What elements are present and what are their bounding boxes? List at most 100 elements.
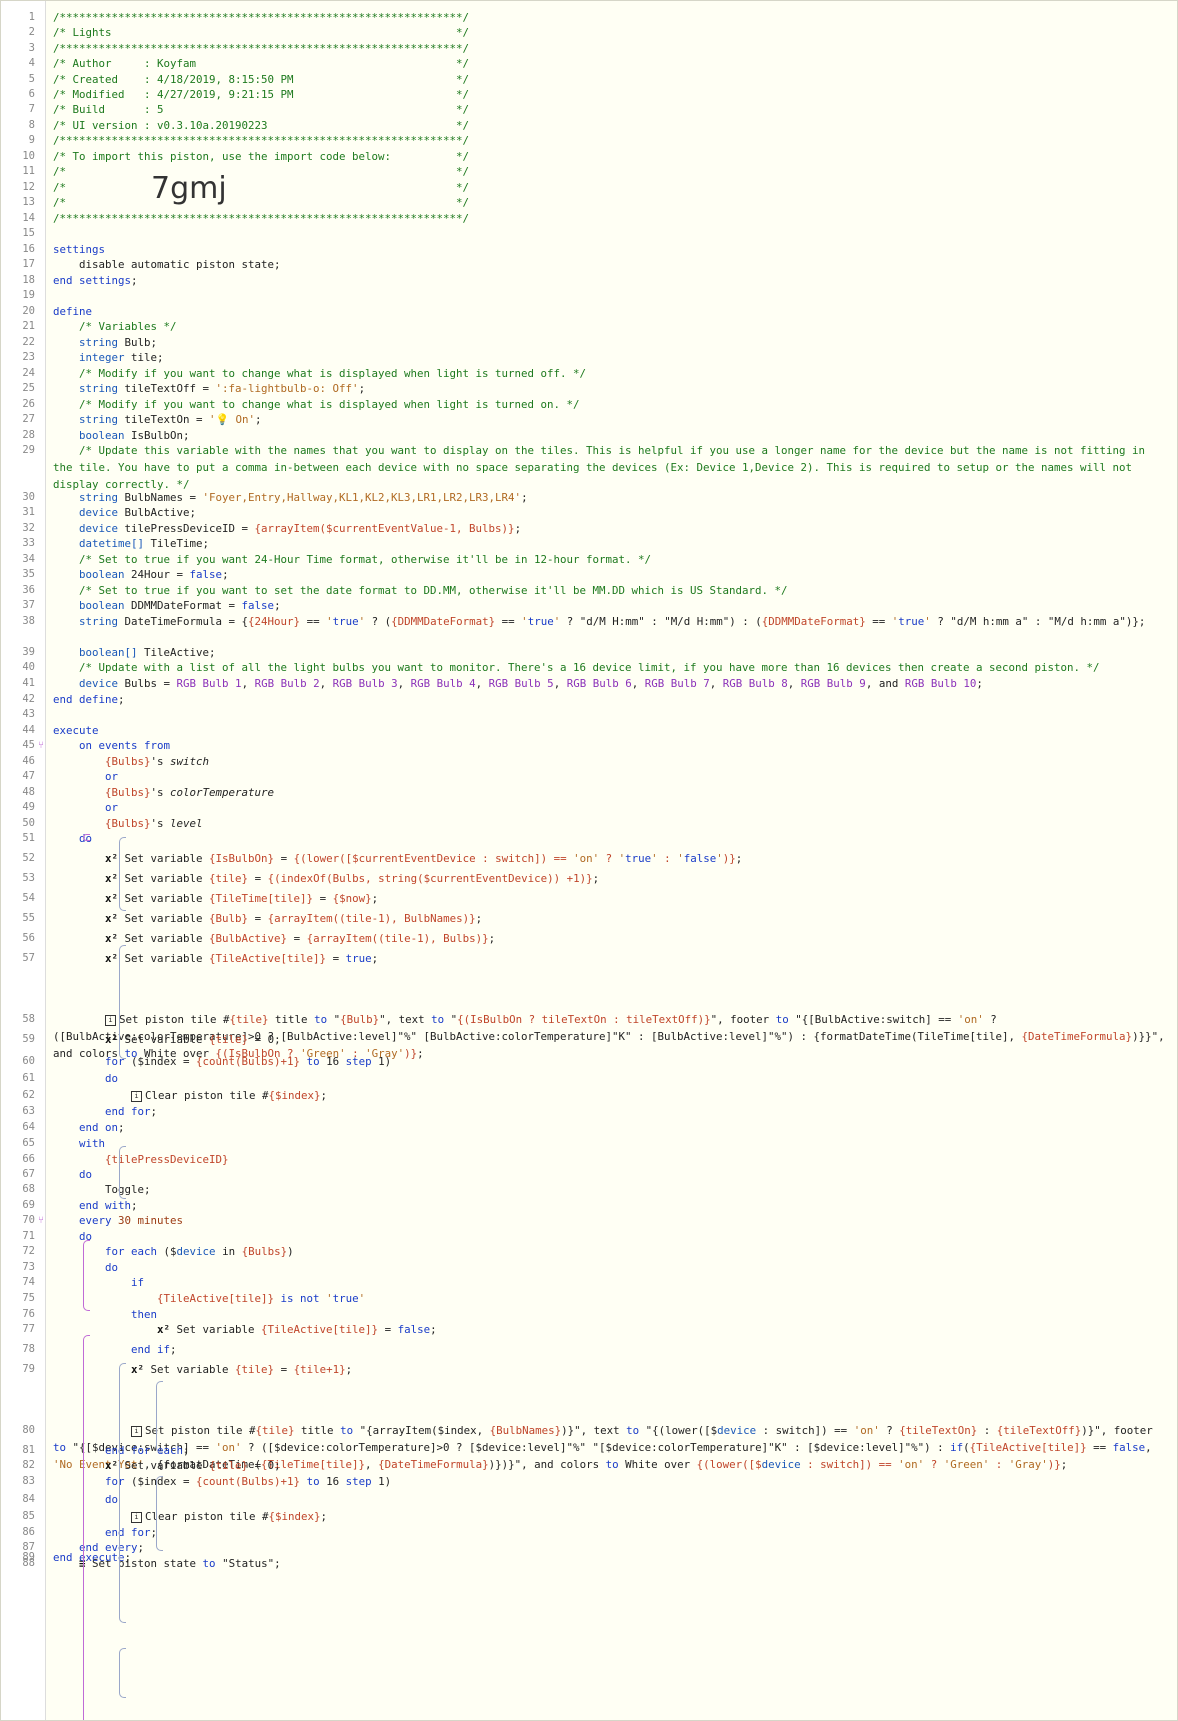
line-number: 56: [22, 932, 35, 944]
code-line: 13 /* */: [1, 194, 1177, 211]
block-bracket: [119, 1363, 126, 1623]
tile-icon: i: [131, 1425, 143, 1437]
code-line: 54 x² Set variable {TileTime[tile]} = {$…: [1, 890, 1177, 907]
code-line: 58 i Set piston tile #{tile} title to "{B…: [1, 1011, 1177, 1060]
line-number: 45: [22, 739, 35, 751]
line-number: 85: [22, 1510, 35, 1522]
code-text: /* */: [53, 196, 470, 209]
line-number: 21: [22, 320, 35, 332]
block-bracket: [83, 834, 90, 841]
line-number: 63: [22, 1105, 35, 1117]
code-line: 52 x² Set variable {IsBulbOn} = {(lower(…: [1, 850, 1177, 867]
code-text: x² Set variable {TileActive[tile]} = fal…: [157, 1323, 437, 1336]
line-number: 58: [22, 1013, 35, 1025]
code-text: or: [105, 770, 119, 783]
line-number: 13: [22, 196, 35, 208]
line-number: 65: [22, 1137, 35, 1149]
line-number: 78: [22, 1343, 35, 1355]
block-bracket: [119, 945, 126, 1059]
line-number: 35: [22, 568, 35, 580]
line-number: 9: [28, 134, 35, 146]
code-text: end for;: [105, 1105, 158, 1118]
code-line: 61 do: [1, 1070, 1177, 1087]
code-text: Toggle;: [53, 1183, 151, 1196]
code-line: 83 for ($index = {count(Bulbs)+1} to 16 …: [1, 1473, 1177, 1490]
code-text: do: [105, 1493, 119, 1506]
code-text: x² Set variable {tile} = 0;: [105, 1033, 281, 1046]
block-bracket: [119, 1146, 126, 1199]
code-text: if: [131, 1276, 145, 1289]
code-text: device BulbActive;: [79, 506, 197, 519]
code-text: for ($index = {count(Bulbs)+1} to 16 ste…: [105, 1055, 392, 1068]
line-number: 62: [22, 1089, 35, 1101]
code-line: 68 Toggle;: [1, 1181, 1177, 1198]
line-number: 83: [22, 1475, 35, 1487]
code-line: 33 datetime[] TileTime;: [1, 535, 1177, 552]
code-text: /* Variables */: [53, 320, 177, 333]
code-line: 43: [1, 706, 1177, 723]
code-line: 62 i Clear piston tile #{$index};: [1, 1087, 1177, 1104]
line-number: 54: [22, 892, 35, 904]
code-text: end if;: [131, 1343, 177, 1356]
code-text: do: [79, 832, 93, 845]
line-number: 64: [22, 1121, 35, 1133]
line-number: 38: [22, 615, 35, 627]
line-number: 75: [22, 1292, 35, 1304]
line-number: 72: [22, 1245, 35, 1257]
line-number: 84: [22, 1493, 35, 1505]
code-line: 7 /* Build : 5 */: [1, 101, 1177, 118]
code-line: 31 device BulbActive;: [1, 504, 1177, 521]
code-line: 65 with: [1, 1135, 1177, 1152]
code-editor[interactable]: 1/**************************************…: [0, 0, 1178, 1721]
code-text: /* Update with a list of all the light b…: [53, 661, 1100, 674]
code-line: 82 x² Set variable {tile} = 0;: [1, 1457, 1177, 1474]
line-number: 31: [22, 506, 35, 518]
line-number: 33: [22, 537, 35, 549]
code-line: 17 disable automatic piston state;: [1, 256, 1177, 273]
tile-icon: i: [105, 1014, 117, 1026]
line-number: 11: [22, 165, 35, 177]
line-number: 23: [22, 351, 35, 363]
code-line: 59 x² Set variable {tile} = 0;: [1, 1031, 1177, 1048]
line-number: 7: [28, 103, 35, 115]
line-number: 17: [22, 258, 35, 270]
line-number: 82: [22, 1459, 35, 1471]
line-number: 77: [22, 1323, 35, 1335]
code-text: for each ($device in {Bulbs}): [105, 1245, 294, 1258]
line-number: 40: [22, 661, 35, 673]
code-line: 84 do: [1, 1491, 1177, 1508]
line-number: 79: [22, 1363, 35, 1375]
code-line: 51 do: [1, 830, 1177, 847]
code-line: 21 /* Variables */: [1, 318, 1177, 335]
line-number: 27: [22, 413, 35, 425]
code-line: 55 x² Set variable {Bulb} = {arrayItem((…: [1, 910, 1177, 927]
line-number: 59: [22, 1033, 35, 1045]
code-text: x² Set variable {TileTime[tile]} = {$now…: [105, 892, 379, 905]
code-line: 2 /* Lights */: [1, 24, 1177, 41]
line-number: 53: [22, 872, 35, 884]
code-text: integer tile;: [79, 351, 164, 364]
code-text: string tileTextOff = ':fa-lightbulb-o: O…: [79, 382, 366, 395]
code-line: 9 /**************************************…: [1, 132, 1177, 149]
breakpoint-icon[interactable]: ⑂: [38, 1216, 46, 1226]
line-number: 89: [22, 1551, 35, 1563]
code-line: 49 or: [1, 799, 1177, 816]
code-line: 79 x² Set variable {tile} = {tile+1};: [1, 1361, 1177, 1378]
line-number: 37: [22, 599, 35, 611]
code-line: 47 or: [1, 768, 1177, 785]
code-line: 19: [1, 287, 1177, 304]
code-text: i Clear piston tile #{$index};: [53, 1087, 1169, 1104]
code-text: i Clear piston tile #{$index};: [53, 1508, 1169, 1525]
code-text: do: [105, 1072, 119, 1085]
code-line: 75 {TileActive[tile]} is not 'true': [1, 1290, 1177, 1307]
line-number: 4: [28, 57, 35, 69]
line-number: 2: [28, 26, 35, 38]
block-bracket: [156, 1381, 163, 1453]
code-line: 40 /* Update with a list of all the ligh…: [1, 659, 1177, 676]
code-line: 35 boolean 24Hour = false;: [1, 566, 1177, 583]
line-number: 60: [22, 1055, 35, 1067]
line-number: 70: [22, 1214, 35, 1226]
breakpoint-icon[interactable]: ⑂: [38, 741, 46, 751]
tile-icon: i: [131, 1090, 143, 1102]
code-line: 72 for each ($device in {Bulbs}): [1, 1243, 1177, 1260]
